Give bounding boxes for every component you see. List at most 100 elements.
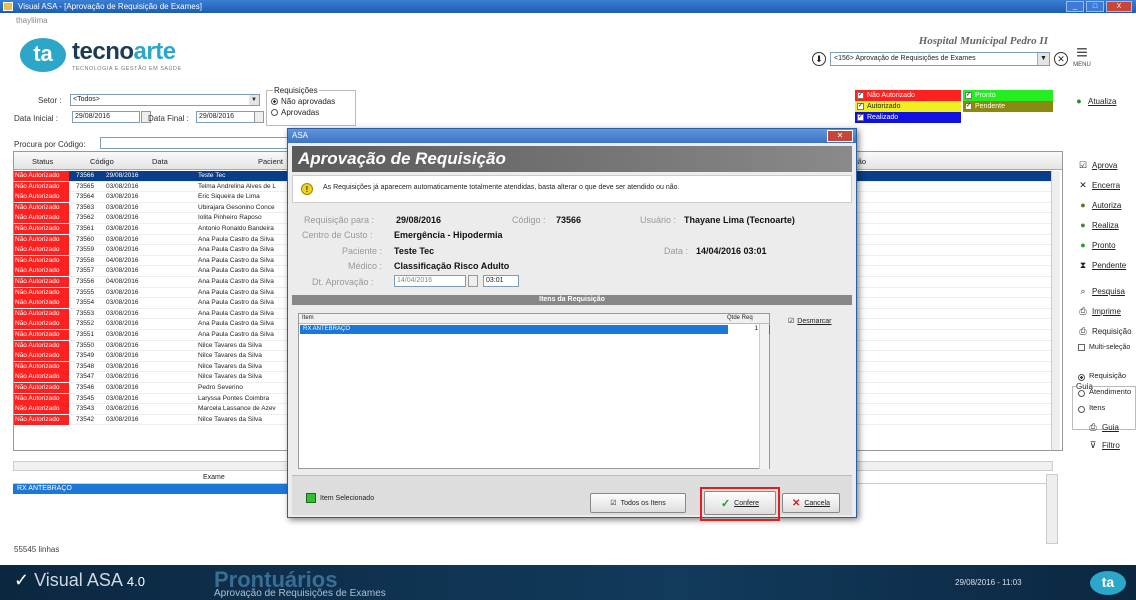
radio-guia-atendimento[interactable]: Atendimento — [1078, 386, 1131, 397]
requisicao-print-button[interactable]: ⎙ Requisição — [1078, 326, 1131, 336]
chevron-down-icon[interactable]: ▼ — [249, 95, 259, 105]
col-exame[interactable]: Exame — [203, 474, 225, 481]
item-qtde-input[interactable]: 1 — [728, 325, 760, 334]
atualiza-button[interactable]: ● Atualiza — [1074, 96, 1116, 106]
brand-suffix: arte — [133, 38, 177, 65]
legend-nao-autorizado[interactable]: ✓ Não Autorizado — [855, 90, 961, 101]
status-cell: Não Autorizado — [14, 255, 69, 266]
codigo-cell: 73555 — [76, 288, 95, 296]
radio-aprovadas[interactable]: Aprovadas — [271, 108, 351, 117]
legend-realizado[interactable]: ✓ Realizado — [855, 112, 961, 123]
cancel-x-icon: ✕ — [791, 497, 801, 509]
desmarcar-button[interactable]: ☑ Desmarcar — [788, 317, 832, 326]
cancela-button[interactable]: ✕ Cancela — [782, 493, 840, 513]
guia-button[interactable]: ⎙ Guia — [1088, 422, 1119, 432]
autoriza-button[interactable]: ● Autoriza — [1078, 200, 1121, 210]
pesquisa-button[interactable]: ⌕ Pesquisa — [1078, 286, 1124, 296]
usuario-value: Thayane Lima (Tecnoarte) — [684, 215, 795, 225]
minimize-button[interactable]: _ — [1066, 1, 1084, 12]
dialog-info-text: As Requisições já aparecem automaticamen… — [323, 184, 680, 191]
maximize-button[interactable]: □ — [1086, 1, 1104, 12]
radio-guia-itens[interactable]: Itens — [1078, 402, 1105, 413]
cc-value: Emergência - Hipodermia — [394, 230, 503, 240]
data-inicial-input[interactable]: 29/08/2016 — [72, 111, 140, 123]
chevron-down-icon[interactable]: ▼ — [1037, 53, 1049, 65]
dialog-title-bar: ASA — [288, 129, 856, 143]
codigo-cell: 73563 — [76, 203, 95, 211]
data-cell: 03/08/2016 — [106, 246, 139, 254]
app-icon — [3, 2, 13, 11]
encerra-button[interactable]: ✕ Encerra — [1078, 180, 1120, 190]
pronto-button[interactable]: ● Pronto — [1078, 240, 1115, 250]
legend-pendente[interactable]: ✓ Pendente — [963, 101, 1053, 112]
radio-selected-icon — [271, 98, 278, 105]
item-row[interactable]: RX ANTEBRAÇO 1 — [300, 325, 770, 334]
itens-table-header: Item Qtde Req — [299, 314, 769, 324]
calendar-icon[interactable] — [254, 111, 264, 123]
paciente-cell: Telma Andrelina Alves de L — [198, 182, 277, 190]
paciente-cell: Nilce Tavares da Silva — [198, 352, 262, 360]
codigo-cell: 73559 — [76, 246, 95, 254]
data-final-label: Data Final : — [148, 114, 189, 123]
dialog-close-button[interactable]: ✕ — [827, 130, 853, 142]
dialog-heading: Aprovação de Requisição — [292, 146, 852, 172]
paciente-cell: Eric Siqueira de Lima — [198, 193, 260, 201]
menu-button[interactable]: ≡ MENU — [1068, 43, 1096, 68]
authorize-icon: ● — [1080, 200, 1086, 210]
codigo-cell: 73554 — [76, 299, 95, 307]
setor-select[interactable]: <Todos> ▼ — [70, 94, 260, 106]
data-cell: 03/08/2016 — [106, 352, 139, 360]
imprime-button[interactable]: ⎙ Imprime — [1078, 306, 1121, 316]
col-codigo[interactable]: Código — [90, 157, 114, 166]
itens-section-title: Itens da Requisição — [292, 295, 852, 305]
refresh-icon: ● — [1076, 96, 1082, 106]
legend-pronto[interactable]: ✓ Pronto — [963, 90, 1053, 101]
screen-select[interactable]: <156> Aprovação de Requisições de Exames… — [830, 52, 1050, 66]
close-button[interactable]: X — [1106, 1, 1132, 12]
grid-scrollbar[interactable] — [1051, 171, 1060, 450]
itens-scrollbar[interactable] — [759, 324, 769, 469]
col-paciente[interactable]: Pacient — [258, 157, 283, 166]
aprovacao-date-input[interactable]: 14/04/2016 — [394, 275, 466, 287]
status-cell: Não Autorizado — [14, 181, 69, 192]
usuario-label: Usuário : — [640, 215, 677, 225]
close-screen-icon[interactable]: ✕ — [1054, 52, 1068, 66]
radio-nao-aprovadas[interactable]: Não aprovadas — [271, 97, 351, 106]
codigo-cell: 73549 — [76, 352, 95, 360]
footer-logo: ta — [1090, 571, 1126, 595]
status-cell: Não Autorizado — [14, 287, 69, 298]
medico-value: Classificação Risco Adulto — [394, 261, 510, 271]
screen-navigation: ⬇ <156> Aprovação de Requisições de Exam… — [812, 52, 1068, 66]
filtro-button[interactable]: ⊽ Filtro — [1088, 440, 1120, 450]
radio-selected-icon — [1078, 374, 1085, 381]
procura-codigo-input[interactable] — [100, 137, 290, 149]
pendente-button[interactable]: ⧗ Pendente — [1078, 260, 1126, 270]
codigo-cell: 73548 — [76, 362, 95, 370]
status-cell: Não Autorizado — [14, 224, 69, 234]
col-qtde[interactable]: Qtde Req — [727, 315, 753, 321]
paciente-cell: Ana Paula Castro da Silva — [198, 267, 274, 275]
navigate-down-icon[interactable]: ⬇ — [812, 52, 826, 66]
paciente-cell: Marcela Lassance de Azev — [198, 405, 276, 413]
col-data[interactable]: Data — [152, 157, 168, 166]
radio-guia-requisicao[interactable]: Requisição — [1078, 370, 1126, 381]
data-cell: 03/08/2016 — [106, 405, 139, 413]
status-cell: Não Autorizado — [14, 393, 69, 404]
col-item[interactable]: Item — [302, 315, 314, 321]
col-status[interactable]: Status — [32, 157, 53, 166]
legend-autorizado[interactable]: ✓ Autorizado — [855, 101, 961, 112]
confere-button[interactable]: ✓ Confere — [704, 491, 776, 515]
realiza-button[interactable]: ● Realiza — [1078, 220, 1118, 230]
checkbox-checked-icon: ✓ — [857, 114, 864, 121]
aprova-button[interactable]: ☑ Aprova — [1078, 160, 1117, 170]
codigo-label: Código : — [512, 215, 546, 225]
subgrid-scrollbar[interactable] — [1046, 474, 1058, 544]
hourglass-icon: ⧗ — [1079, 260, 1087, 270]
ready-icon: ● — [1080, 240, 1086, 250]
data-cell: 03/08/2016 — [106, 182, 139, 190]
codigo-cell: 73560 — [76, 235, 95, 243]
todos-itens-button[interactable]: ☑ Todos os Itens — [590, 493, 686, 513]
aprovacao-time-input[interactable]: 03:01 — [483, 275, 519, 287]
calendar-icon[interactable] — [468, 275, 478, 287]
multi-selecao-checkbox[interactable]: Multi-seleção — [1078, 344, 1130, 351]
